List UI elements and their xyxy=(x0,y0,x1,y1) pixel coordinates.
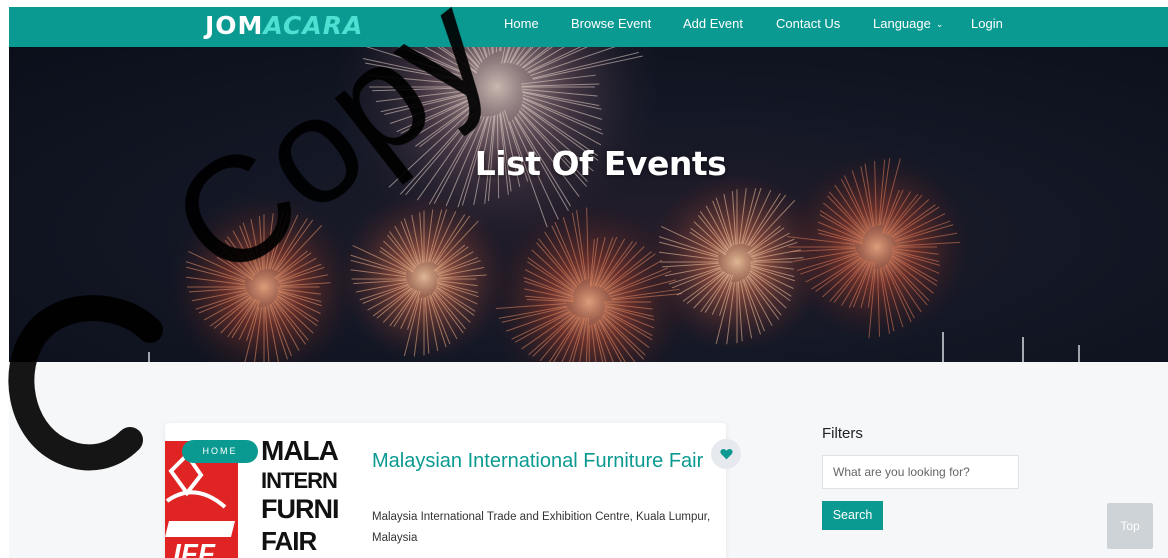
search-input[interactable] xyxy=(822,455,1019,489)
category-badge[interactable]: HOME xyxy=(182,440,258,463)
page-title: List Of Events xyxy=(9,144,1168,183)
nav-home-link[interactable]: Home xyxy=(504,7,539,47)
page-title-text: List Of Events xyxy=(474,144,727,183)
search-button[interactable]: Search xyxy=(822,501,883,530)
logo-part-acara: ACARA xyxy=(263,11,364,40)
nav-browse-event-link[interactable]: Browse Event xyxy=(571,7,651,47)
chevron-down-icon: ⌄ xyxy=(935,19,944,29)
navbar: JOMACARA Home Browse Event Add Event Con… xyxy=(9,7,1168,47)
nav-add-event-link[interactable]: Add Event xyxy=(683,7,743,47)
fireworks-image xyxy=(148,47,1080,362)
scroll-top-button[interactable]: Top xyxy=(1107,503,1153,549)
nav-contact-us-link[interactable]: Contact Us xyxy=(776,7,840,47)
nav-language-label: Language xyxy=(873,16,931,31)
thumbnail-line-4: FAIR xyxy=(261,526,317,556)
page: JOMACARA Home Browse Event Add Event Con… xyxy=(0,0,1168,558)
event-card[interactable]: IFF MALA INTERN FURNI FAIR HOME Malaysia… xyxy=(165,423,726,558)
event-location: Malaysia International Trade and Exhibit… xyxy=(372,511,711,544)
heart-icon xyxy=(719,448,733,460)
logo-part-jom: JOM xyxy=(205,11,264,40)
thumbnail-mark: IFF xyxy=(173,538,216,558)
nav-login-link[interactable]: Login xyxy=(971,7,1003,47)
event-title[interactable]: Malaysian International Furniture Fair xyxy=(372,449,712,474)
hero-banner: List Of Events xyxy=(9,47,1168,362)
favorite-button[interactable] xyxy=(711,439,741,469)
thumbnail-line-3: FURNI xyxy=(261,494,339,524)
logo[interactable]: JOMACARA xyxy=(205,10,363,42)
filters-heading: Filters xyxy=(822,425,863,442)
thumbnail-line-2: INTERN xyxy=(261,468,338,493)
thumbnail-line-1: MALA xyxy=(261,437,339,466)
nav-language-dropdown[interactable]: Language ⌄ xyxy=(873,7,943,47)
